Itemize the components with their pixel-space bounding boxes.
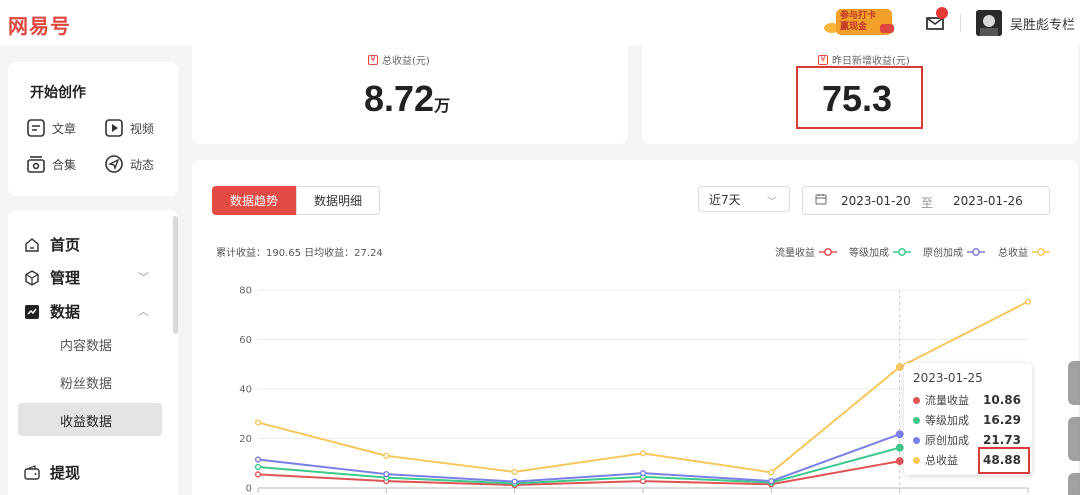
data-point-2-4 (768, 477, 775, 485)
create-video-label: 视频 (130, 121, 155, 136)
create-collection-label: 合集 (52, 157, 77, 172)
data-point-0-5 (895, 457, 904, 466)
yesterday-income-label-text: 昨日新增收益(元) (832, 56, 910, 67)
tooltip-value-original: 21.73 (983, 433, 1021, 447)
data-point-3-6 (1024, 298, 1032, 305)
y-tick-label: 0 (246, 484, 252, 495)
sidebar-item-manage[interactable]: 管理 (24, 267, 80, 288)
sidebar-item-data-label: 数据 (50, 303, 81, 321)
header-divider (960, 14, 961, 32)
create-video-button[interactable]: 视频 (104, 118, 154, 138)
sidebar-item-manage-label: 管理 (50, 269, 81, 287)
highlight-box-total (978, 447, 1030, 474)
create-dynamic-label: 动态 (130, 157, 155, 172)
data-point-2-1 (383, 471, 390, 478)
total-income-value: 8.72万 (364, 78, 450, 120)
yen-icon: ¥ (818, 54, 828, 65)
data-point-3-1 (383, 452, 390, 459)
sidebar-sub-income-data[interactable]: 收益数据 (60, 411, 112, 430)
total-income-unit: 万 (434, 98, 451, 115)
site-logo[interactable]: 网易号 (8, 10, 71, 39)
tooltip-row-original: 原创加成 21.73 (913, 432, 1025, 448)
data-point-2-3 (639, 470, 647, 477)
data-point-3-4 (768, 469, 775, 476)
floating-feedback-tool[interactable] (1068, 417, 1080, 461)
sidebar-item-withdraw-label: 提现 (50, 464, 81, 482)
tooltip-label-total: 总收益 (925, 454, 958, 467)
y-tick-label: 60 (239, 335, 252, 346)
create-dynamic-button[interactable]: 动态 (104, 154, 154, 174)
floating-qrcode-tool[interactable] (1068, 473, 1080, 495)
user-avatar[interactable] (976, 10, 1002, 36)
tooltip-date: 2023-01-25 (913, 371, 983, 385)
collection-icon (27, 156, 45, 173)
checkin-promo-banner[interactable]: 参与打卡 赢现金 (822, 6, 896, 38)
create-title: 开始创作 (30, 85, 86, 101)
data-point-1-0 (254, 463, 262, 471)
tooltip-label-flow: 流量收益 (925, 394, 969, 407)
sidebar-sub-fans-data[interactable]: 粉丝数据 (60, 373, 112, 392)
sidebar-item-home[interactable]: 首页 (24, 234, 80, 255)
data-point-2-2 (511, 478, 518, 485)
data-point-3-5 (895, 363, 904, 371)
yesterday-income-label: ¥ 昨日新增收益(元) (818, 52, 910, 67)
tooltip-value-flow: 10.86 (983, 393, 1021, 407)
y-tick-label: 80 (239, 286, 252, 297)
tooltip-value-level: 16.29 (983, 413, 1021, 427)
create-panel: 开始创作 文章 视频 合集 动态 (8, 62, 178, 196)
top-header: 网易号 参与打卡 赢现金 吴胜彪专栏 (0, 0, 1080, 46)
promo-text: 参与打卡 赢现金 (840, 11, 877, 32)
cube-icon (25, 269, 39, 286)
tooltip-dot-level (913, 416, 920, 424)
total-income-number: 8.72 (364, 78, 435, 119)
sidebar-item-withdraw[interactable]: 提现 (24, 462, 80, 483)
chevron-up-icon[interactable]: ︿ (138, 303, 149, 319)
tooltip-label-level: 等级加成 (925, 414, 969, 427)
tooltip-row-level: 等级加成 16.29 (913, 412, 1025, 428)
tooltip-dot-original (913, 436, 920, 444)
highlight-box-yesterday (796, 66, 923, 129)
data-point-3-2 (511, 468, 518, 476)
data-point-2-0 (254, 456, 262, 463)
create-article-button[interactable]: 文章 (26, 118, 76, 138)
floating-help-tool[interactable] (1068, 361, 1080, 405)
total-income-label-text: 总收益(元) (382, 56, 430, 67)
data-point-2-5 (895, 430, 904, 439)
message-badge (936, 7, 948, 19)
data-point-3-0 (254, 419, 262, 426)
dynamic-icon (105, 155, 123, 173)
wallet-icon (24, 464, 40, 480)
data-point-3-3 (639, 450, 647, 457)
data-point-1-5 (895, 443, 904, 452)
tooltip-label-original: 原创加成 (925, 434, 969, 447)
sidebar-scrollbar[interactable] (173, 216, 178, 334)
data-chart-icon (25, 304, 39, 319)
y-tick-label: 40 (239, 385, 252, 396)
home-icon (25, 237, 39, 252)
article-icon (27, 119, 45, 137)
chevron-down-icon[interactable]: ﹀ (138, 269, 149, 285)
yen-icon: ¥ (368, 54, 378, 65)
sidebar-item-data[interactable]: 数据 (24, 301, 80, 322)
tooltip-dot-total (913, 456, 920, 464)
sidebar-sub-content-data[interactable]: 内容数据 (60, 335, 112, 354)
video-icon (105, 119, 123, 137)
sidebar-item-home-label: 首页 (50, 236, 81, 254)
tooltip-row-flow: 流量收益 10.86 (913, 392, 1025, 408)
user-name[interactable]: 吴胜彪专栏 (1010, 14, 1075, 33)
create-article-label: 文章 (52, 121, 77, 136)
y-tick-label: 20 (239, 434, 252, 445)
total-income-label: ¥ 总收益(元) (368, 52, 430, 67)
total-income-card: ¥ 总收益(元) 8.72万 (192, 46, 628, 144)
create-collection-button[interactable]: 合集 (26, 154, 76, 174)
data-point-0-0 (254, 471, 262, 478)
tooltip-dot-flow (913, 396, 920, 404)
